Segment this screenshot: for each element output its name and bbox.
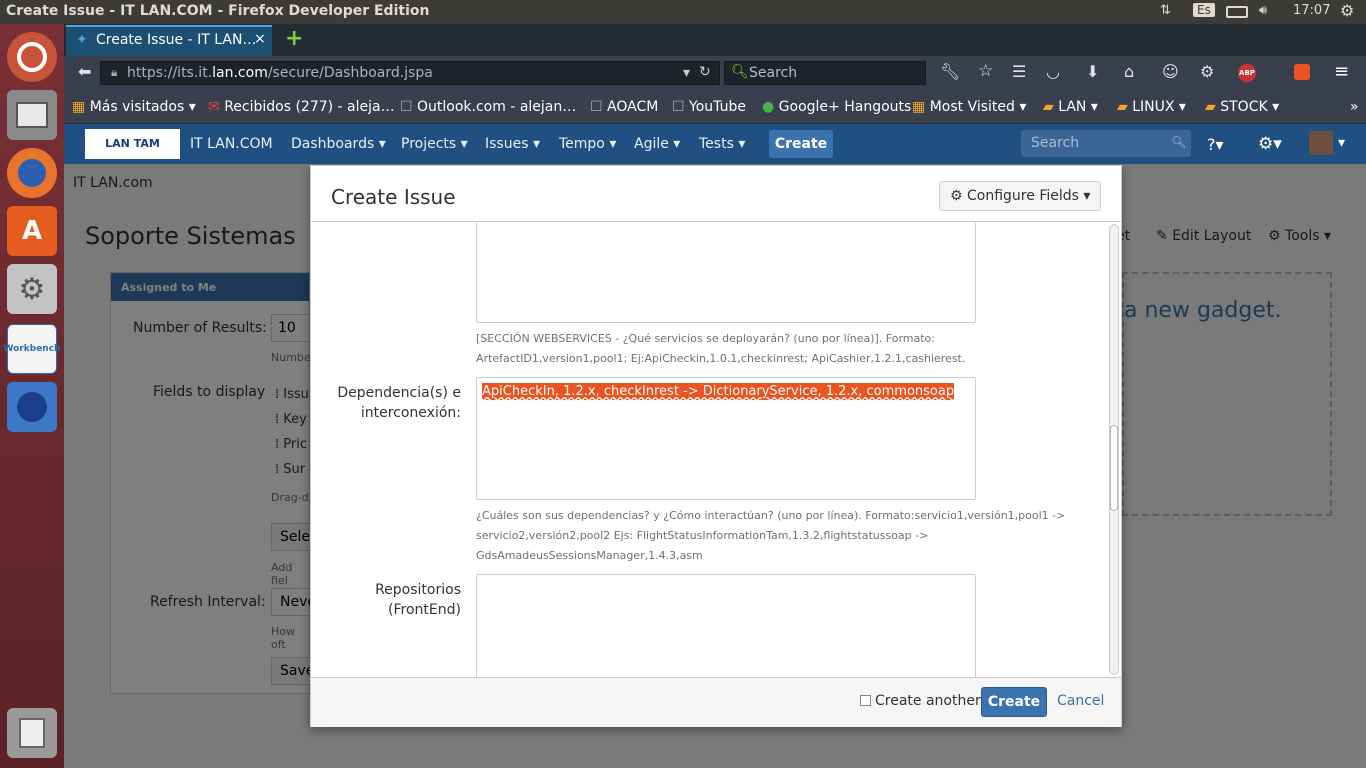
configure-fields-button[interactable]: ⚙ Configure Fields ▾ (939, 181, 1101, 211)
bookmarks-overflow-icon[interactable]: » (1350, 99, 1359, 115)
network-icon[interactable]: ⇅ (1160, 3, 1171, 18)
dialog-title: Create Issue (331, 185, 456, 209)
pocket-icon[interactable]: ◡ (1046, 62, 1060, 81)
jira-favicon-icon: ✦ (76, 32, 88, 48)
trash-icon[interactable] (7, 708, 57, 758)
tab-label: Create Issue - IT LAN… (96, 32, 257, 48)
help-icon[interactable]: ?▾ (1207, 135, 1224, 154)
search-engine-icon: 🔍︎ (731, 64, 749, 80)
gear-icon: ⚙ (950, 188, 963, 204)
ubuntu-extension-icon[interactable] (1294, 64, 1310, 80)
url-text: https://its.it.lan.com/secure/Dashboard.… (127, 65, 433, 81)
reload-icon[interactable]: ↻ (699, 64, 711, 80)
jira-search-placeholder: Search (1031, 135, 1080, 151)
url-bar[interactable]: 🔒︎ https://its.it.lan.com/secure/Dashboa… (100, 61, 720, 85)
tab-create-issue[interactable]: ✦ Create Issue - IT LAN… × (66, 25, 272, 56)
site-name[interactable]: IT LAN.COM (190, 136, 273, 152)
dialog-footer: Create another Create Cancel (311, 677, 1121, 727)
bookmarks-toolbar: ▦ Más visitados ▾ ✉ Recibidos (277) - al… (64, 90, 1366, 124)
adblock-plus-icon[interactable]: ABP (1238, 64, 1256, 82)
bookmark-youtube[interactable]: ☐ YouTube (672, 99, 746, 115)
bookmark-folder-linux[interactable]: ▰ LINUX ▾ (1117, 99, 1186, 115)
dialog-header: Create Issue ⚙ Configure Fields ▾ (311, 166, 1121, 222)
window-title: Create Issue - IT LAN.COM - Firefox Deve… (6, 3, 430, 19)
home-icon[interactable]: ⌂ (1124, 62, 1134, 81)
close-tab-icon[interactable]: × (254, 31, 266, 47)
bookmark-outlook[interactable]: ☐ Outlook.com - alejan… (400, 99, 576, 115)
url-dropdown-icon[interactable]: ▾ (683, 65, 690, 81)
dialog-body: [SECCIÓN WEBSERVICES - ¿Qué servicios se… (311, 222, 1121, 677)
bookmark-star-icon[interactable]: ☆ (978, 61, 993, 81)
search-icon: 🔍︎ (1171, 135, 1187, 149)
browser-search-bar[interactable]: 🔍︎ Search (724, 61, 926, 85)
create-button[interactable]: Create (981, 687, 1047, 717)
bookmark-most-visited[interactable]: ▦ Most Visited ▾ (912, 99, 1026, 115)
firefox-icon[interactable] (7, 148, 57, 198)
hello-chat-icon[interactable]: ☺ (1162, 62, 1179, 81)
firefox-developer-edition-icon[interactable] (7, 382, 57, 432)
download-icon[interactable]: ⬇ (1086, 62, 1099, 81)
unity-launcher: A ⚙ Workbench (0, 24, 64, 768)
bookmark-folder-stock[interactable]: ▰ STOCK ▾ (1205, 99, 1279, 115)
nav-tempo[interactable]: Tempo ▾ (559, 136, 616, 152)
new-tab-icon[interactable]: + (285, 26, 303, 51)
bookmark-recibidos[interactable]: ✉ Recibidos (277) - aleja… (208, 99, 395, 115)
nav-dashboards[interactable]: Dashboards ▾ (291, 136, 386, 152)
cancel-link[interactable]: Cancel (1057, 693, 1104, 709)
system-top-panel: Create Issue - IT LAN.COM - Firefox Deve… (0, 0, 1366, 24)
reading-list-icon[interactable]: ☰ (1012, 62, 1026, 81)
repositorios-textarea[interactable] (476, 574, 976, 677)
settings-gear-icon[interactable]: ⚙ (1340, 1, 1354, 20)
create-button-header[interactable]: Create (769, 130, 833, 158)
ubuntu-dash-icon[interactable] (7, 32, 57, 82)
nav-agile[interactable]: Agile ▾ (634, 136, 680, 152)
create-another-label[interactable]: Create another (875, 693, 981, 709)
admin-gear-icon[interactable]: ⚙▾ (1258, 134, 1282, 154)
repositorios-label: Repositorios (FrontEnd) (375, 582, 461, 618)
menu-hamburger-icon[interactable]: ≡ (1334, 61, 1349, 82)
keyboard-layout-indicator[interactable]: Es (1193, 3, 1215, 17)
dependencias-selected-text: ApiCheckIn, 1.2.x, checkInrest -> Dictio… (482, 383, 955, 400)
webservices-textarea[interactable] (476, 222, 976, 323)
files-icon[interactable] (7, 90, 57, 140)
lan-tam-logo[interactable]: LAN TAM (85, 129, 180, 159)
system-settings-icon[interactable]: ⚙ (7, 264, 57, 314)
create-another-checkbox[interactable] (860, 695, 871, 706)
jira-search-input[interactable]: Search 🔍︎ (1021, 130, 1191, 157)
battery-icon[interactable] (1226, 6, 1248, 18)
developer-tools-icon[interactable]: ⚙ (1200, 62, 1214, 81)
bookmark-aoacm[interactable]: ☐ AOACM (590, 99, 658, 115)
scrollbar-thumb[interactable] (1110, 425, 1118, 511)
nav-issues[interactable]: Issues ▾ (485, 136, 540, 152)
nav-projects[interactable]: Projects ▾ (401, 136, 468, 152)
dependencias-label: Dependencia(s) e interconexión: (337, 385, 461, 421)
volume-icon[interactable]: 🔊︎ (1259, 3, 1267, 18)
search-placeholder: Search (749, 65, 798, 81)
dependencias-help: ¿Cuáles son sus dependencias? y ¿Cómo in… (476, 509, 1066, 562)
nav-tests[interactable]: Tests ▾ (699, 136, 745, 152)
bookmark-mas-visitados[interactable]: ▦ Más visitados ▾ (72, 99, 196, 115)
clock[interactable]: 17:07 (1293, 3, 1330, 18)
webservices-help: [SECCIÓN WEBSERVICES - ¿Qué servicios se… (476, 332, 966, 365)
avatar-dropdown-icon[interactable]: ▾ (1338, 135, 1345, 151)
user-avatar[interactable] (1309, 131, 1333, 155)
lock-icon: 🔒︎ (111, 65, 118, 79)
bookmark-folder-lan[interactable]: ▰ LAN ▾ (1043, 99, 1098, 115)
dependencias-textarea[interactable]: ApiCheckIn, 1.2.x, checkInrest -> Dictio… (476, 377, 976, 500)
software-center-icon[interactable]: A (7, 206, 57, 256)
wrench-icon[interactable]: 🔧︎ (940, 62, 960, 81)
mysql-workbench-icon[interactable]: Workbench (4, 324, 60, 374)
back-icon[interactable]: ⬅ (78, 62, 91, 81)
dialog-scrollbar[interactable] (1109, 224, 1119, 675)
create-issue-dialog: Create Issue ⚙ Configure Fields ▾ [SECCI… (310, 165, 1122, 727)
bookmark-hangouts[interactable]: ● Google+ Hangouts (762, 99, 911, 115)
